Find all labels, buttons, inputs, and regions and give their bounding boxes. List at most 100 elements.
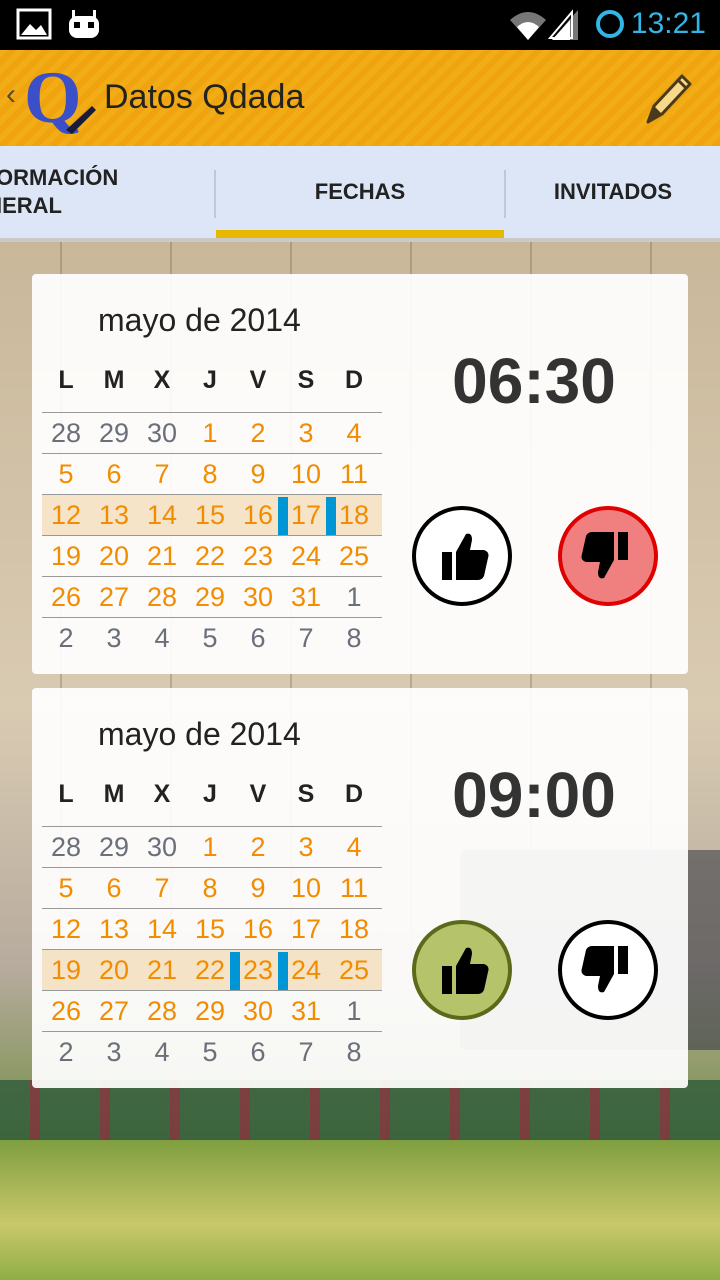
calendar-day[interactable]: 21 <box>138 955 186 986</box>
calendar-day[interactable]: 28 <box>42 832 90 863</box>
calendar-day[interactable]: 28 <box>138 582 186 613</box>
weekday-label: X <box>153 366 171 394</box>
calendar-day[interactable]: 10 <box>282 459 330 490</box>
calendar-day[interactable]: 3 <box>90 623 138 654</box>
calendar-day[interactable]: 11 <box>330 873 378 904</box>
calendar-week-row: 5 6 7 8 9 10 11 <box>42 453 382 494</box>
calendar-day[interactable]: 19 <box>42 955 90 986</box>
calendar-day[interactable]: 28 <box>42 418 90 449</box>
calendar-day[interactable]: 29 <box>186 996 234 1027</box>
calendar-day[interactable]: 26 <box>42 996 90 1027</box>
calendar-day[interactable]: 20 <box>90 541 138 572</box>
calendar-day[interactable]: 2 <box>234 418 282 449</box>
calendar-day[interactable]: 20 <box>90 955 138 986</box>
calendar-day[interactable]: 8 <box>186 873 234 904</box>
tab-informacion-general[interactable]: ORMACIÓN IERAL <box>0 146 208 238</box>
calendar-day[interactable]: 9 <box>234 459 282 490</box>
calendar-day[interactable]: 16 <box>234 914 282 945</box>
calendar-day[interactable]: 7 <box>138 459 186 490</box>
calendar-day[interactable]: 21 <box>138 541 186 572</box>
calendar-day[interactable]: 13 <box>90 914 138 945</box>
calendar-day[interactable]: 4 <box>330 832 378 863</box>
calendar-day[interactable]: 1 <box>186 832 234 863</box>
calendar-day[interactable]: 14 <box>138 500 186 531</box>
calendar-day[interactable]: 8 <box>330 623 378 654</box>
calendar-day[interactable]: 30 <box>234 996 282 1027</box>
calendar-day[interactable]: 8 <box>186 459 234 490</box>
calendar-day[interactable]: 27 <box>90 582 138 613</box>
calendar-day[interactable]: 5 <box>186 623 234 654</box>
calendar-day[interactable]: 4 <box>138 1037 186 1068</box>
calendar-day[interactable]: 17 <box>282 500 330 531</box>
calendar-day[interactable]: 15 <box>186 914 234 945</box>
thumbs-down-button[interactable] <box>558 920 658 1020</box>
calendar-day[interactable]: 15 <box>186 500 234 531</box>
calendar-day[interactable]: 6 <box>90 459 138 490</box>
calendar-day[interactable]: 27 <box>90 996 138 1027</box>
calendar-day[interactable]: 13 <box>90 500 138 531</box>
thumbs-down-button[interactable] <box>558 506 658 606</box>
calendar-day[interactable]: 7 <box>138 873 186 904</box>
calendar-day[interactable]: 29 <box>90 418 138 449</box>
calendar-day[interactable]: 5 <box>186 1037 234 1068</box>
calendar-day[interactable]: 1 <box>330 582 378 613</box>
calendar-day[interactable]: 31 <box>282 582 330 613</box>
calendar-day[interactable]: 1 <box>330 996 378 1027</box>
calendar-day[interactable]: 11 <box>330 459 378 490</box>
calendar-day[interactable]: 30 <box>138 832 186 863</box>
calendar-day[interactable]: 24 <box>282 541 330 572</box>
calendar-day[interactable]: 14 <box>138 914 186 945</box>
calendar-day[interactable]: 22 <box>186 955 234 986</box>
calendar-day[interactable]: 18 <box>330 500 378 531</box>
calendar-day[interactable]: 6 <box>234 1037 282 1068</box>
calendar-day[interactable]: 4 <box>138 623 186 654</box>
calendar-day[interactable]: 5 <box>42 459 90 490</box>
calendar-day[interactable]: 12 <box>42 914 90 945</box>
calendar-day[interactable]: 30 <box>138 418 186 449</box>
thumbs-up-button[interactable] <box>412 506 512 606</box>
calendar-day[interactable]: 6 <box>234 623 282 654</box>
android-robot-icon <box>69 10 99 38</box>
calendar-day[interactable]: 23 <box>234 955 282 986</box>
calendar-day[interactable]: 10 <box>282 873 330 904</box>
calendar-day[interactable]: 5 <box>42 873 90 904</box>
calendar-day[interactable]: 3 <box>282 418 330 449</box>
calendar-day[interactable]: 2 <box>42 1037 90 1068</box>
screen-title: Datos Qdada <box>104 78 305 116</box>
calendar-day[interactable]: 8 <box>330 1037 378 1068</box>
calendar-day[interactable]: 22 <box>186 541 234 572</box>
calendar-day[interactable]: 29 <box>90 832 138 863</box>
calendar-day[interactable]: 29 <box>186 582 234 613</box>
calendar-day[interactable]: 12 <box>42 500 90 531</box>
calendar-day[interactable]: 23 <box>234 541 282 572</box>
weekday-header: L MX J V S D <box>42 780 382 809</box>
calendar-day[interactable]: 7 <box>282 1037 330 1068</box>
weekday-label: M <box>103 780 125 808</box>
calendar-day[interactable]: 6 <box>90 873 138 904</box>
calendar-day[interactable]: 17 <box>282 914 330 945</box>
tab-fechas[interactable]: FECHAS <box>216 146 504 238</box>
calendar-day[interactable]: 9 <box>234 873 282 904</box>
calendar-day[interactable]: 16 <box>234 500 282 531</box>
calendar-day[interactable]: 19 <box>42 541 90 572</box>
pencil-icon[interactable] <box>638 68 694 128</box>
calendar-day[interactable]: 7 <box>282 623 330 654</box>
calendar-day[interactable]: 24 <box>282 955 330 986</box>
calendar-day[interactable]: 31 <box>282 996 330 1027</box>
back-chevron-icon[interactable]: ‹ <box>6 78 16 112</box>
calendar-day[interactable]: 25 <box>330 541 378 572</box>
calendar-day[interactable]: 2 <box>234 832 282 863</box>
calendar-day[interactable]: 3 <box>282 832 330 863</box>
calendar-day[interactable]: 30 <box>234 582 282 613</box>
calendar-day[interactable]: 1 <box>186 418 234 449</box>
thumbs-up-button[interactable] <box>412 920 512 1020</box>
calendar-day[interactable]: 25 <box>330 955 378 986</box>
calendar-day[interactable]: 28 <box>138 996 186 1027</box>
calendar-day[interactable]: 4 <box>330 418 378 449</box>
app-logo-icon[interactable]: Q <box>22 56 98 140</box>
calendar-day[interactable]: 26 <box>42 582 90 613</box>
calendar-day[interactable]: 3 <box>90 1037 138 1068</box>
tab-invitados[interactable]: INVITADOS <box>506 146 720 238</box>
calendar-day[interactable]: 2 <box>42 623 90 654</box>
calendar-day[interactable]: 18 <box>330 914 378 945</box>
